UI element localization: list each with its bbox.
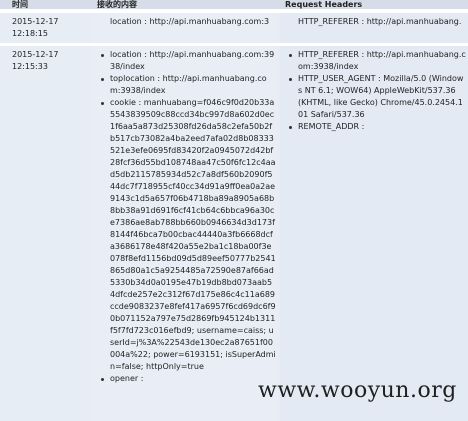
list-item: opener : [101,373,276,385]
table-row: 2015-12-17 12:15:33 location : http://ap… [0,46,468,421]
time-cell: 2015-12-17 12:15:33 [0,46,90,421]
timestamp: 2015-12-17 12:15:33 [12,50,59,71]
header-request-headers: Request Headers [285,0,363,9]
list-item: HTTP_REFERER : http://api.manhuabang.com… [289,50,466,71]
watermark: www.wooyun.org [258,378,457,403]
table-header: 时间 接收的内容 Request Headers [0,0,468,9]
body-list: location : http://api.manhuabang.com:393… [92,49,276,385]
list-item: location : http://api.manhuabang.com:393… [101,50,275,71]
header-body: 接收的内容 [97,0,137,9]
list-item: HTTP_USER_AGENT : Mozilla/5.0 (Windows N… [289,73,466,121]
timestamp: 2015-12-17 12:18:15 [12,17,59,38]
headers-cell: HTTP_REFERER : http://api.manhuabang. [280,13,468,43]
headers-list: HTTP_REFERER : http://api.manhuabang.com… [280,49,466,133]
body-cell: location : http://api.manhuabang.com:393… [92,46,278,421]
list-item: HTTP_REFERER : http://api.manhuabang. [298,16,466,28]
table-row: 2015-12-17 12:18:15 location : http://ap… [0,13,468,43]
log-table: 时间 接收的内容 Request Headers 2015-12-17 12:1… [0,0,468,421]
headers-cell: HTTP_REFERER : http://api.manhuabang.com… [280,46,468,421]
list-item: cookie : manhuabang=f046c9f0d20b33a55438… [101,98,276,371]
headers-list: HTTP_REFERER : http://api.manhuabang. [280,16,466,28]
body-list: location : http://api.manhuabang.com:3 [92,16,276,28]
list-item: location : http://api.manhuabang.com:3 [110,16,276,28]
list-item: toplocation : http://api.manhuabang.com:… [101,73,276,97]
list-item: REMOTE_ADDR : [289,121,466,133]
header-time: 时间 [12,0,28,9]
time-cell: 2015-12-17 12:18:15 [0,13,90,43]
body-cell: location : http://api.manhuabang.com:3 [92,13,278,43]
